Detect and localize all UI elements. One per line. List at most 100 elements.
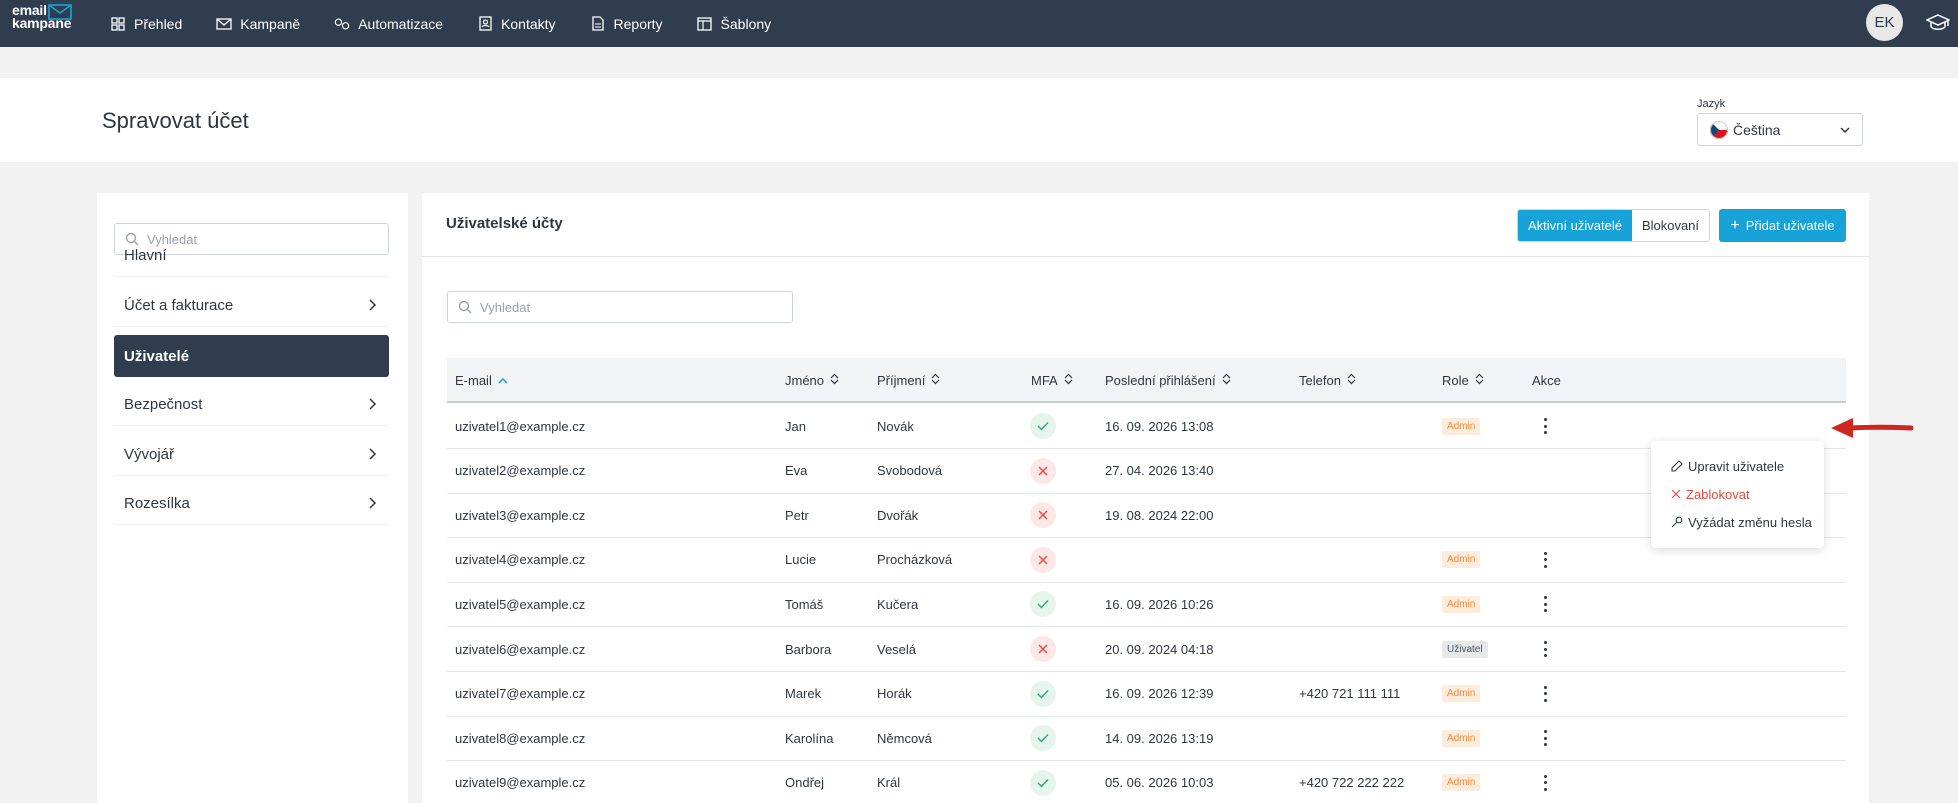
menu-edit-label: Upravit uživatele (1688, 458, 1785, 474)
sidebar-item-4[interactable]: Vývojář (114, 434, 389, 476)
nav-item-2[interactable]: Automatizace (334, 16, 443, 32)
cell-mfa (1030, 672, 1056, 716)
role-badge: Admin (1442, 595, 1481, 613)
row-actions-menu: Upravit uživatele Zablokovat Vyžádat změ… (1651, 441, 1824, 548)
table-row[interactable]: uzivatel4@example.cz Lucie Procházková Admi… (447, 538, 1846, 583)
sidebar-item-label: Vývojář (124, 446, 175, 463)
cell-first-name: Jan (785, 418, 806, 434)
cell-last-name: Kučera (877, 596, 919, 612)
sort-icon (830, 373, 839, 388)
role-badge: Admin (1442, 685, 1481, 703)
cell-role: Admin (1442, 761, 1481, 803)
more-vertical-icon[interactable] (1537, 684, 1553, 704)
cell-mfa (1030, 493, 1056, 537)
column-header-role[interactable]: Role (1442, 358, 1484, 403)
column-header-phone[interactable]: Telefon (1299, 358, 1356, 403)
cell-role: Admin (1442, 716, 1481, 760)
menu-edit-user[interactable]: Upravit uživatele (1671, 456, 1784, 476)
cell-mfa (1030, 716, 1056, 760)
grid-icon (110, 16, 126, 32)
cell-last-login: 16. 09. 2026 10:26 (1105, 596, 1214, 612)
table-row[interactable]: uzivatel9@example.cz Ondřej Král 05. 06. 20… (447, 761, 1846, 803)
menu-block-user[interactable]: Zablokovat (1671, 484, 1750, 504)
cell-first-name: Barbora (785, 641, 832, 657)
filter-active-users[interactable]: Aktivní uživatelé (1518, 210, 1632, 241)
cell-last-login: 27. 04. 2026 13:40 (1105, 463, 1214, 479)
cell-role: Uživatel (1442, 627, 1488, 671)
sidebar-item-1[interactable]: Účet a fakturace (114, 285, 389, 327)
table-row[interactable]: uzivatel3@example.cz Petr Dvořák 19. 08. 20… (447, 493, 1846, 539)
cell-mfa (1030, 449, 1056, 493)
cell-last-login: 19. 08. 2024 22:00 (1105, 507, 1214, 523)
table-search-input[interactable] (480, 299, 680, 315)
nav-item-4[interactable]: Reporty (590, 16, 663, 32)
table-row[interactable]: uzivatel1@example.cz Jan Novák 16. 09. 2026… (447, 404, 1846, 449)
add-user-button[interactable]: + Přidat uživatele (1719, 209, 1846, 242)
cell-actions (1537, 672, 1553, 716)
close-icon (1030, 457, 1056, 484)
check-icon (1030, 680, 1056, 707)
check-icon (1030, 591, 1056, 618)
more-vertical-icon[interactable] (1537, 728, 1553, 748)
column-header-mfa[interactable]: MFA (1031, 358, 1073, 403)
cell-first-name: Petr (785, 507, 809, 523)
cell-role: Admin (1442, 404, 1481, 448)
edit-icon (1671, 460, 1683, 472)
column-header-label: Role (1442, 373, 1469, 388)
table-header: E-mail Jméno Příjmení MFA Poslední přihlášen… (447, 358, 1846, 403)
sidebar-item-label: Rozesílka (124, 495, 190, 512)
language-select[interactable]: Čeština (1697, 113, 1863, 146)
check-icon (1030, 413, 1056, 439)
filter-blocked-users[interactable]: Blokovaní (1631, 210, 1710, 241)
cell-mfa (1030, 761, 1056, 803)
sidebar-item-label: Bezpečnost (124, 396, 203, 413)
table-row[interactable]: uzivatel7@example.cz Marek Horák 16. 09. 20… (447, 672, 1846, 717)
contacts-icon (477, 16, 493, 32)
role-badge: Admin (1442, 417, 1481, 435)
menu-request-password-change[interactable]: Vyžádat změnu hesla (1671, 512, 1812, 532)
cell-actions (1537, 404, 1553, 448)
nav-item-1[interactable]: Kampaně (216, 16, 300, 32)
table-row[interactable]: uzivatel5@example.cz Tomáš Kučera 16. 09. 2… (447, 582, 1846, 628)
more-vertical-icon[interactable] (1537, 639, 1553, 659)
red-arrow-annotation (1831, 418, 1914, 438)
sidebar-item-2[interactable]: Uživatelé (114, 335, 389, 377)
column-header-email[interactable]: E-mail (455, 358, 508, 403)
nav-item-3[interactable]: Kontakty (477, 15, 556, 32)
template-icon (697, 16, 713, 32)
nav-item-label: Kontakty (501, 15, 556, 32)
more-vertical-icon[interactable] (1537, 773, 1553, 793)
more-vertical-icon[interactable] (1537, 550, 1553, 570)
graduation-cap-icon[interactable] (1926, 12, 1950, 34)
key-icon (1671, 516, 1683, 528)
cell-last-login: 14. 09. 2026 13:19 (1105, 730, 1214, 746)
role-badge: Admin (1442, 551, 1481, 569)
nav-item-label: Reporty (613, 15, 663, 32)
cell-last-name: Němcová (877, 730, 932, 746)
more-vertical-icon[interactable] (1537, 416, 1553, 436)
cell-phone: +420 721 111 111 (1299, 686, 1401, 702)
nav-item-5[interactable]: Šablony (697, 16, 771, 32)
plus-icon: + (1730, 216, 1740, 234)
user-filter-toggle: Aktivní uživatelé Blokovaní (1517, 209, 1711, 242)
sidebar-item-5[interactable]: Rozesílka (114, 483, 389, 525)
table-search[interactable] (447, 291, 793, 323)
column-header-last-login[interactable]: Poslední přihlášení (1105, 358, 1231, 403)
table-row[interactable]: uzivatel8@example.cz Karolína Němcová 14. 0… (447, 716, 1846, 762)
column-header-first-name[interactable]: Jméno (785, 358, 839, 403)
sidebar-item-0[interactable]: Hlavní (114, 235, 389, 277)
logo[interactable]: email kampane (12, 3, 72, 30)
more-vertical-icon[interactable] (1537, 594, 1553, 614)
cell-email: uzivatel8@example.cz (455, 730, 586, 746)
avatar[interactable]: EK (1866, 4, 1903, 41)
sidebar-item-3[interactable]: Bezpečnost (114, 384, 389, 426)
sidebar: Hlavní Účet a fakturace Uživatelé Bezpečnos… (97, 193, 408, 803)
chevron-right-icon (369, 299, 377, 311)
nav-item-0[interactable]: Přehled (110, 16, 182, 32)
table-row[interactable]: uzivatel2@example.cz Eva Svobodová 27. 04. … (447, 449, 1846, 494)
cell-last-login: 16. 09. 2026 12:39 (1105, 686, 1214, 702)
column-header-last-name[interactable]: Příjmení (877, 358, 940, 403)
cell-last-login: 05. 06. 2026 10:03 (1105, 775, 1214, 791)
add-user-label: Přidat uživatele (1745, 218, 1835, 233)
table-row[interactable]: uzivatel6@example.cz Barbora Veselá 20. 09.… (447, 627, 1846, 672)
